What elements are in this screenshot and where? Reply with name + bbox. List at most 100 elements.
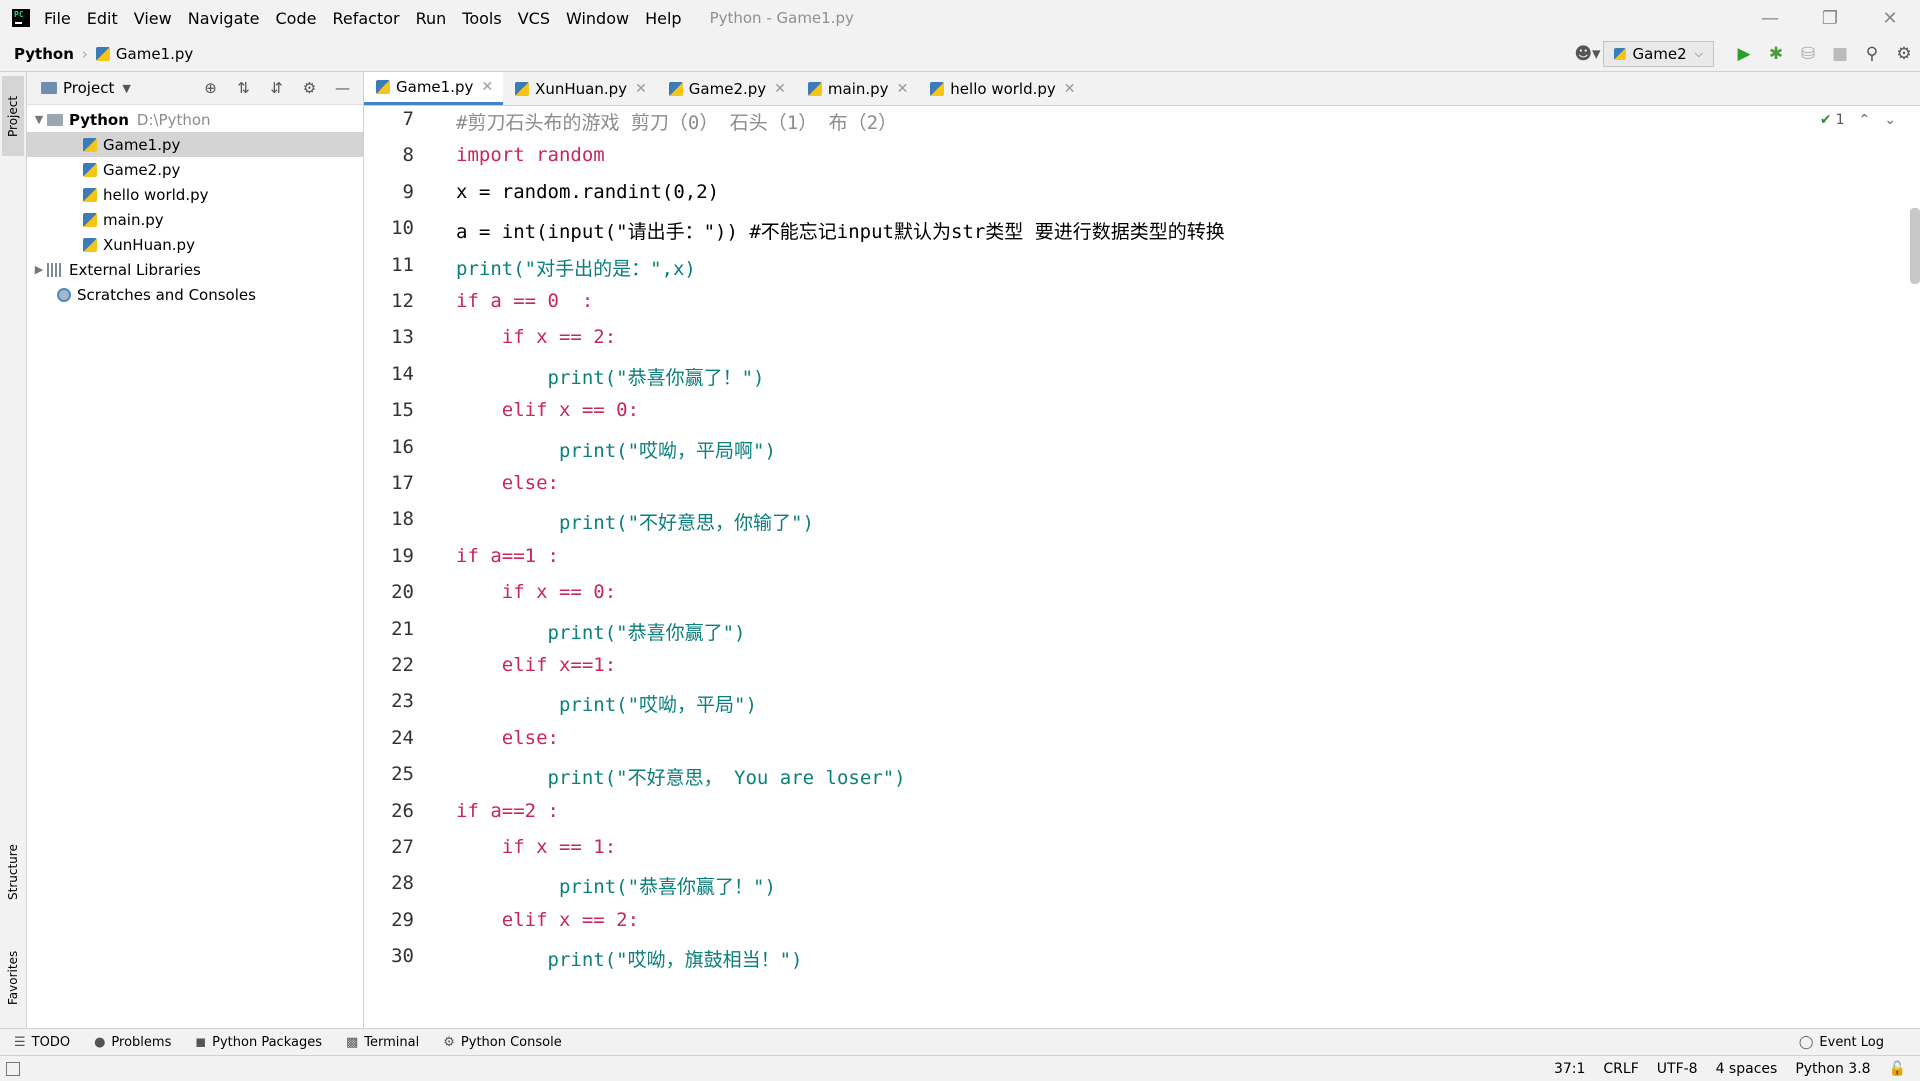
file-encoding[interactable]: UTF-8 — [1657, 1061, 1698, 1077]
tree-file[interactable]: Game2.py — [27, 157, 363, 182]
favorites-tool-tab[interactable]: Favorites — [2, 932, 24, 1024]
menu-code[interactable]: Code — [276, 9, 317, 28]
tree-scratches[interactable]: Scratches and Consoles — [27, 282, 363, 307]
lock-icon[interactable]: 🔓 — [1889, 1061, 1906, 1077]
code-line[interactable]: if x == 1: — [456, 836, 616, 858]
chevron-down-icon[interactable]: ▼ — [122, 82, 130, 95]
menu-run[interactable]: Run — [416, 9, 447, 28]
gear-icon[interactable]: ⚙ — [293, 79, 326, 97]
menu-edit[interactable]: Edit — [87, 9, 118, 28]
tree-file[interactable]: main.py — [27, 207, 363, 232]
debug-icon[interactable]: ✱ — [1760, 36, 1792, 71]
status-bar: 37:1 CRLF UTF-8 4 spaces Python 3.8 🔓 — [0, 1055, 1920, 1081]
menu-refactor[interactable]: Refactor — [332, 9, 399, 28]
search-icon[interactable]: ⚲ — [1856, 36, 1888, 71]
code-line[interactable]: print("不好意思， You are loser") — [456, 763, 906, 790]
locate-icon[interactable]: ⊕ — [194, 79, 227, 97]
line-separator[interactable]: CRLF — [1603, 1061, 1638, 1077]
tree-file[interactable]: hello world.py — [27, 182, 363, 207]
code-line[interactable]: if a==2 : — [456, 800, 559, 822]
menu-file[interactable]: File — [44, 9, 71, 28]
code-line[interactable]: elif x == 2: — [456, 909, 639, 931]
close-window-button[interactable]: ✕ — [1860, 0, 1920, 36]
close-icon[interactable]: ✕ — [774, 81, 786, 97]
tab-main[interactable]: main.py ✕ — [796, 72, 918, 105]
close-icon[interactable]: ✕ — [1064, 81, 1076, 97]
tab-python-packages[interactable]: ◼ Python Packages — [195, 1035, 322, 1050]
code-editor[interactable]: 7 8 9 10 11 12 13 14 15 16 17 18 19 20 21 22 23 24 25 26 27 2… — [364, 106, 1920, 1026]
python-file-icon — [83, 137, 97, 152]
code-line[interactable]: print("哎呦，平局啊") — [456, 436, 776, 463]
code-line[interactable]: print("哎呦，平局") — [456, 690, 757, 717]
menu-help[interactable]: Help — [645, 9, 681, 28]
breadcrumb-file[interactable]: Game1.py — [116, 45, 193, 63]
tab-problems[interactable]: ● Problems — [94, 1035, 171, 1050]
code-line[interactable]: else: — [456, 472, 559, 494]
menu-view[interactable]: View — [134, 9, 172, 28]
structure-tool-tab[interactable]: Structure — [2, 826, 24, 918]
chevron-down-icon[interactable]: ⌄ — [1884, 112, 1896, 128]
tab-game1[interactable]: Game1.py ✕ — [364, 72, 504, 105]
project-tool-tab[interactable]: Project — [2, 76, 24, 156]
toggle-tool-windows-icon[interactable] — [6, 1061, 20, 1076]
hide-icon[interactable]: — — [326, 79, 359, 97]
line-number: 8 — [402, 144, 414, 167]
code-line[interactable]: print("恭喜你赢了！") — [456, 363, 765, 390]
editor-scrollbar[interactable] — [1910, 208, 1920, 284]
tab-game2[interactable]: Game2.py ✕ — [657, 72, 796, 105]
tree-external-libraries[interactable]: ▶ External Libraries — [27, 257, 363, 282]
tab-hello-world[interactable]: hello world.py ✕ — [918, 72, 1085, 105]
tree-file-label: main.py — [103, 210, 164, 229]
menu-window[interactable]: Window — [566, 9, 629, 28]
collapse-all-icon[interactable]: ⇵ — [260, 79, 293, 97]
stop-icon[interactable]: ■ — [1824, 36, 1856, 71]
code-line[interactable]: if a==1 : — [456, 545, 559, 567]
coverage-icon[interactable]: ⛁ — [1792, 36, 1824, 71]
code-line[interactable]: x = random.randint(0,2) — [456, 181, 719, 203]
tree-file[interactable]: Game1.py — [27, 132, 363, 157]
tree-file[interactable]: XunHuan.py — [27, 232, 363, 257]
code-line[interactable]: print("不好意思，你输了") — [456, 508, 814, 535]
code-line[interactable]: elif x == 0: — [456, 399, 639, 421]
menu-navigate[interactable]: Navigate — [188, 9, 260, 28]
gear-icon[interactable]: ⚙ — [1888, 36, 1920, 71]
code-line[interactable]: import random — [456, 144, 605, 166]
chevron-up-icon[interactable]: ⌃ — [1859, 112, 1871, 128]
close-icon[interactable]: ✕ — [897, 81, 909, 97]
code-line[interactable]: print("恭喜你赢了") — [456, 618, 746, 645]
breadcrumb-project[interactable]: Python — [14, 45, 74, 63]
expand-all-icon[interactable]: ⇅ — [227, 79, 260, 97]
tab-xunhuan[interactable]: XunHuan.py ✕ — [503, 72, 657, 105]
user-icon[interactable]: ☻▾ — [1571, 36, 1603, 71]
code-line[interactable]: print("对手出的是：",x) — [456, 254, 696, 281]
close-icon[interactable]: ✕ — [481, 79, 493, 95]
tree-root[interactable]: ▼ Python D:\Python — [27, 107, 363, 132]
restore-button[interactable]: ❐ — [1800, 0, 1860, 36]
run-icon[interactable]: ▶ — [1728, 36, 1760, 71]
python-interpreter[interactable]: Python 3.8 — [1795, 1061, 1870, 1077]
inspection-widget[interactable]: ✔ 1 ⌃ ⌄ — [1820, 112, 1896, 128]
run-configuration-select[interactable]: Game2 ⌵ — [1603, 40, 1714, 67]
chevron-down-icon[interactable]: ▼ — [31, 113, 47, 126]
minimize-button[interactable]: — — [1740, 0, 1800, 36]
indent-setting[interactable]: 4 spaces — [1716, 1061, 1778, 1077]
code-line[interactable]: if a == 0 : — [456, 290, 593, 312]
menu-tools[interactable]: Tools — [462, 9, 501, 28]
code-line[interactable]: if x == 0: — [456, 581, 616, 603]
tab-todo[interactable]: ☰ TODO — [14, 1035, 70, 1050]
close-icon[interactable]: ✕ — [635, 81, 647, 97]
chevron-right-icon[interactable]: ▶ — [31, 263, 47, 276]
code-line[interactable]: #剪刀石头布的游戏 剪刀（0） 石头（1） 布（2） — [456, 108, 897, 135]
code-line[interactable]: print("恭喜你赢了！") — [456, 872, 776, 899]
code-line[interactable]: if x == 2: — [456, 326, 616, 348]
code-line[interactable]: print("哎呦，旗鼓相当！") — [456, 945, 803, 972]
code-line[interactable]: else: — [456, 727, 559, 749]
code-line[interactable]: a = int(input("请出手：")) #不能忘记input默认为str类… — [456, 217, 1225, 244]
tab-terminal[interactable]: ▩ Terminal — [346, 1035, 419, 1050]
code-line[interactable]: elif x==1: — [456, 654, 616, 676]
tab-event-log[interactable]: ◯ Event Log — [1799, 1035, 1884, 1050]
caret-position[interactable]: 37:1 — [1554, 1061, 1585, 1077]
menu-vcs[interactable]: VCS — [518, 9, 550, 28]
tab-python-console[interactable]: ⚙ Python Console — [443, 1035, 561, 1050]
project-panel-title[interactable]: Project — [63, 79, 114, 97]
